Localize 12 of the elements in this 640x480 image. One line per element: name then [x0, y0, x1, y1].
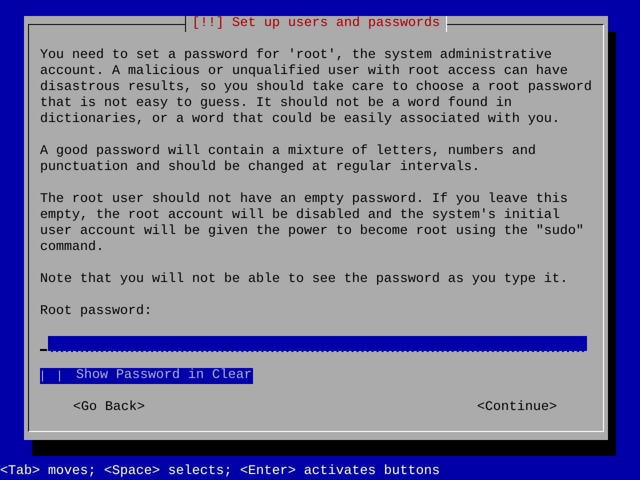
password-field[interactable] — [48, 336, 587, 352]
dialog-button[interactable]: <Go Back> — [73, 400, 145, 416]
key-hint-text: <Tab> moves; <Space> selects; <Enter> activates buttons — [0, 464, 441, 480]
instruction-paragraph: You need to set a password for 'root', the system administrative account. A malicious or unqualified user with root access can have disastrous results, so you should take care to choose a root password that is not easy to guess. It should not be a word found in dictionaries, or a word that could be easily associated with you. — [40, 48, 592, 128]
show-password-checkbox[interactable]: Show Password in Clear — [40, 368, 253, 384]
instruction-paragraph: A good password will contain a mixture of letters, numbers and punctuation and should be changed at regular intervals. — [40, 144, 537, 176]
field-label: Root password: — [40, 304, 153, 320]
dialog-button[interactable]: <Continue> — [477, 400, 557, 416]
dialog-title: [!!] Set up users and passwords — [185, 16, 447, 32]
instruction-paragraph: The root user should not have an empty password. If you leave this empty, the root account will be disabled and the system's initial user account will be given the power to become root using the "sudo" command. — [40, 192, 585, 256]
instruction-paragraph: Note that you will not be able to see the password as you type it. — [40, 272, 569, 288]
text-cursor — [40, 349, 47, 351]
